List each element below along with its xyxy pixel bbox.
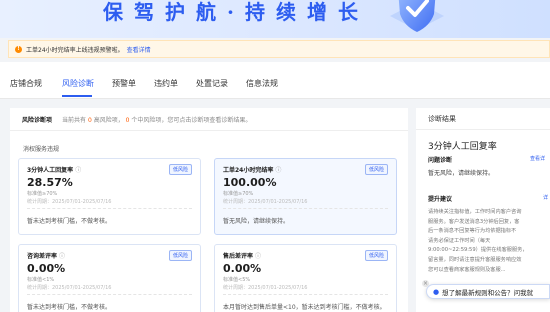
risk-tag: 低风险 <box>364 164 388 175</box>
card-standard: 标准值<5% <box>223 277 251 283</box>
card-standard: 标准值<1% <box>27 277 55 283</box>
card-period: 统计周期：2025/07/01-2025/07/16 <box>223 285 308 291</box>
active-tab-indicator <box>62 95 92 97</box>
card-period: 统计周期：2025/07/01-2025/07/16 <box>27 199 112 205</box>
metric-card-consult-bad-review[interactable]: 咨询差评率 ⓘ 低风险 0.00% 标准值<1% 统计周期：2025/07/01-… <box>18 244 201 312</box>
result-metric-title: 3分钟人工回复率 <box>428 142 497 152</box>
card-divider <box>223 294 388 295</box>
card-value: 100.00% <box>223 176 277 189</box>
result-header: 诊断结果 <box>416 108 550 130</box>
notice-link[interactable]: 查看详情 <box>127 45 151 54</box>
card-title: 咨询差评率 <box>27 253 58 260</box>
problem-label: 问题诊断 <box>428 157 453 164</box>
tab-bar: 店铺合规 风险诊断 预警单 违约单 处置记录 信息法规 <box>0 62 550 99</box>
tab-warning-orders[interactable]: 预警单 <box>112 78 136 89</box>
group-label: 消权服务违规 <box>23 146 60 153</box>
high-risk-count: 0 <box>87 116 92 124</box>
card-standard: 标准值≥70% <box>223 191 254 197</box>
card-divider <box>27 208 192 209</box>
card-title: 工单24小时完结率 <box>223 167 274 174</box>
card-title: 售后差评率 <box>223 253 254 260</box>
tab-violation-orders[interactable]: 违约单 <box>154 78 178 89</box>
risk-tag: 低风险 <box>364 250 388 261</box>
card-message: 暂未达到考核门槛，不做考核。 <box>27 304 112 311</box>
help-icon: ⓘ <box>255 253 262 260</box>
card-title: 3分钟人工回复率 <box>27 167 74 174</box>
tab-disposal-records[interactable]: 处置记录 <box>196 78 228 89</box>
tab-shop-compliance[interactable]: 店铺合规 <box>10 78 42 89</box>
help-icon: ⓘ <box>75 167 82 174</box>
advice-detail-link[interactable]: 详 <box>543 194 548 201</box>
card-value: 0.00% <box>223 262 262 275</box>
metric-card-ticket-completion[interactable]: 工单24小时完结率 ⓘ 低风险 100.00% 标准值≥70% 统计周期：2025… <box>214 158 397 235</box>
diagnosis-panel: 风险诊断项 当前共有 0 高风险项， 0 个中风险项，您可点击诊断项查看诊断结果… <box>10 108 408 312</box>
mid-risk-count: 0 <box>125 116 130 124</box>
notice-text: 工单24小时完结率上线违规预警啦。 <box>26 46 124 54</box>
card-divider <box>27 294 192 295</box>
problem-detail-link[interactable]: 查看详 <box>530 155 545 162</box>
card-divider <box>223 208 388 209</box>
diagnosis-title: 风险诊断项 <box>22 116 53 124</box>
result-panel: 诊断结果 3分钟人工回复率 问题诊断 查看详 暂无风险，请继续保持。 提升建议 … <box>416 108 550 312</box>
shield-illustration-icon <box>390 0 444 32</box>
notice-bar: ! 工单24小时完结率上线违规预警啦。 查看详情 <box>8 40 550 58</box>
card-value: 0.00% <box>27 262 66 275</box>
card-value: 28.57% <box>27 176 73 189</box>
advice-label: 提升建议 <box>428 196 453 203</box>
tab-risk-diagnosis[interactable]: 风险诊断 <box>62 78 94 89</box>
chat-text: 想了解最新规则和公告？问我就 <box>442 288 534 297</box>
diagnosis-header: 风险诊断项 当前共有 0 高风险项， 0 个中风险项，您可点击诊断项查看诊断结果… <box>10 108 408 131</box>
card-period: 统计周期：2025/07/01-2025/07/16 <box>223 199 308 205</box>
metric-card-aftersale-bad-review[interactable]: 售后差评率 ⓘ 低风险 0.00% 标准值<5% 统计周期：2025/07/01-… <box>214 244 397 312</box>
help-icon: ⓘ <box>275 167 282 174</box>
card-message: 暂无风险，请继续保持。 <box>223 218 290 225</box>
diagnosis-summary: 当前共有 0 高风险项， 0 个中风险项，您可点击诊断项查看诊断结果。 <box>62 116 252 124</box>
promo-banner: 保驾护航·持续增长 <box>0 0 550 38</box>
tab-regulations[interactable]: 信息法规 <box>246 78 278 89</box>
banner-title: 保驾护航·持续增长 <box>103 0 369 24</box>
help-icon: ⓘ <box>59 253 66 260</box>
metric-card-reply-rate[interactable]: 3分钟人工回复率 ⓘ 低风险 28.57% 标准值≥70% 统计周期：2025/0… <box>18 158 201 235</box>
risk-tag: 低风险 <box>168 164 192 175</box>
advice-text: 请持续关注指标值，工作时间内客户咨询 服服务。客户发送消息3分钟后回复，客 后一… <box>428 209 528 273</box>
problem-text: 暂无风险，请继续保持。 <box>428 170 495 177</box>
risk-tag: 低风险 <box>168 250 192 261</box>
card-standard: 标准值≥70% <box>27 191 58 197</box>
chat-bubble-icon: ● <box>433 287 440 296</box>
assistant-chat-bar[interactable]: ● 想了解最新规则和公告？问我就 <box>426 284 550 299</box>
card-period: 统计周期：2025/07/01-2025/07/16 <box>27 285 112 291</box>
warning-icon: ! <box>15 45 22 53</box>
card-message: 本月暂时达到售后单量<10，暂未达到考核门槛，不做考核。 <box>223 304 386 311</box>
card-message: 暂未达到考核门槛，不做考核。 <box>27 218 112 225</box>
